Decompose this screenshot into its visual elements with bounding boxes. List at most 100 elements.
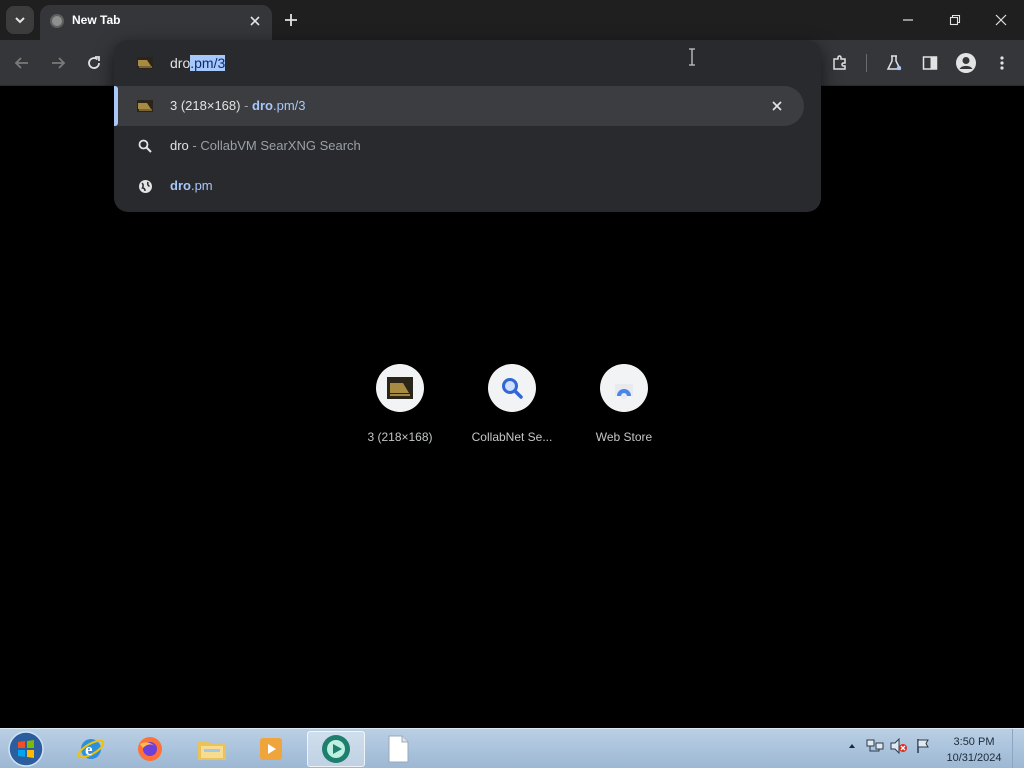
suggestion-url-rest: .pm	[190, 178, 213, 193]
close-icon	[250, 16, 260, 26]
internet-explorer-icon: e	[77, 739, 105, 759]
shortcut-label: 3 (218×168)	[367, 430, 433, 444]
close-icon	[995, 14, 1007, 26]
close-icon	[772, 101, 782, 111]
arrow-left-icon	[14, 57, 28, 69]
taskbar: e 3:50 PM 10/31/2024	[0, 728, 1024, 768]
taskbar-notepad[interactable]	[369, 731, 427, 767]
plus-icon	[285, 14, 297, 26]
taskbar-explorer[interactable]	[183, 731, 241, 767]
tab-strip: New Tab	[0, 0, 1024, 40]
taskbar-media-player[interactable]	[242, 731, 300, 767]
media-player-icon	[260, 738, 282, 760]
puzzle-icon	[833, 55, 846, 70]
chevron-down-icon	[15, 17, 25, 24]
taskbar-clock[interactable]: 3:50 PM 10/31/2024	[936, 734, 1012, 766]
reload-icon	[88, 56, 100, 69]
tab-title: New Tab	[72, 13, 121, 27]
suggestion-text: dro - CollabVM SearXNG Search	[170, 138, 361, 153]
side-panel-icon	[922, 56, 938, 70]
suggestion-text: dro.pm	[170, 178, 213, 193]
menu-button[interactable]	[987, 48, 1017, 78]
arrow-right-icon	[52, 57, 66, 69]
web-store-icon	[615, 384, 633, 399]
taskbar-firefox[interactable]	[121, 731, 179, 767]
shortcut-icon-wrap	[488, 364, 536, 412]
reload-button[interactable]	[79, 48, 109, 78]
tray-action-center[interactable]	[914, 737, 932, 755]
suggestion-separator: -	[240, 98, 253, 113]
shortcut-label: CollabNet Se...	[471, 430, 553, 444]
forward-button[interactable]	[43, 48, 73, 78]
image-thumb-icon	[387, 377, 413, 399]
flag-icon	[917, 739, 929, 753]
restore-button[interactable]	[933, 4, 977, 36]
suggestion-url-match: dro	[252, 98, 273, 113]
toolbar-divider	[866, 54, 867, 72]
omnibox-input[interactable]: dro.pm/3	[114, 40, 821, 86]
omnibox-popup: dro.pm/3 3 (218×168) - dro.pm/3 dro - Co…	[114, 40, 821, 212]
network-icon	[866, 739, 884, 752]
back-button[interactable]	[7, 48, 37, 78]
shortcut-tile[interactable]: 3 (218×168)	[345, 364, 455, 448]
suggestion-title: dro	[170, 138, 189, 153]
suggestion-url-rest: .pm/3	[273, 98, 306, 113]
restore-icon	[949, 14, 961, 26]
windows-logo-icon	[8, 731, 44, 767]
tab-search-button[interactable]	[6, 6, 34, 34]
firefox-icon	[138, 737, 162, 761]
tray-overflow-button[interactable]	[843, 737, 861, 755]
avatar-icon	[956, 53, 976, 73]
clock-time: 3:50 PM	[953, 736, 995, 748]
more-vert-icon	[1000, 56, 1004, 70]
remove-suggestion-button[interactable]	[768, 97, 786, 115]
taskbar-chrome-active[interactable]	[307, 731, 365, 767]
tab-new-tab[interactable]: New Tab	[40, 5, 272, 40]
omnibox-typed: dro	[170, 55, 191, 71]
svg-text:e: e	[85, 740, 93, 759]
globe-icon	[136, 177, 154, 195]
suggestion-item-url[interactable]: dro.pm	[114, 166, 821, 206]
extensions-button[interactable]	[825, 48, 855, 78]
new-tab-button[interactable]	[280, 9, 302, 31]
minimize-button[interactable]	[886, 4, 930, 36]
tray-network[interactable]	[866, 737, 884, 755]
search-icon	[136, 137, 154, 155]
browser-icon	[322, 735, 350, 763]
shortcut-label: Web Store	[595, 430, 653, 444]
flask-icon	[886, 55, 902, 71]
image-thumb-icon	[136, 97, 154, 115]
suggestion-description: CollabVM SearXNG Search	[200, 138, 361, 153]
shortcut-icon-wrap	[600, 364, 648, 412]
show-desktop-button[interactable]	[1012, 729, 1024, 768]
suggestion-separator: -	[188, 138, 201, 153]
labs-button[interactable]	[879, 48, 909, 78]
profile-button[interactable]	[951, 48, 981, 78]
minimize-icon	[903, 19, 913, 21]
clock-date: 10/31/2024	[946, 752, 1002, 764]
suggestion-text: 3 (218×168) - dro.pm/3	[170, 98, 306, 113]
shortcut-icon-wrap	[376, 364, 424, 412]
taskbar-ie[interactable]: e	[62, 731, 120, 767]
tray-volume-muted[interactable]	[890, 737, 908, 755]
tab-close-button[interactable]	[246, 12, 264, 30]
suggestion-title: 3 (218×168)	[170, 98, 241, 113]
side-panel-button[interactable]	[915, 48, 945, 78]
suggestion-item-search[interactable]: dro - CollabVM SearXNG Search	[114, 126, 821, 166]
screen: New Tab dro.pm/3 3 (218×168) - dro.pm/3 …	[0, 0, 1024, 768]
search-icon	[502, 378, 523, 399]
shortcut-tile[interactable]: Web Store	[569, 364, 679, 448]
start-button[interactable]	[6, 730, 46, 768]
omnibox-autocomplete: .pm/3	[190, 55, 226, 71]
shortcut-tile[interactable]: CollabNet Se...	[457, 364, 567, 448]
omnibox-text: dro.pm/3	[170, 55, 226, 71]
close-window-button[interactable]	[979, 4, 1023, 36]
suggestion-item-history[interactable]: 3 (218×168) - dro.pm/3	[114, 86, 804, 126]
suggestion-url-match: dro	[170, 178, 191, 193]
text-cursor-icon	[687, 48, 697, 71]
document-icon	[388, 735, 409, 763]
chevron-up-icon	[849, 744, 855, 748]
volume-muted-icon	[890, 738, 907, 754]
tab-favicon-icon	[50, 14, 64, 28]
image-thumb-icon	[136, 54, 154, 72]
